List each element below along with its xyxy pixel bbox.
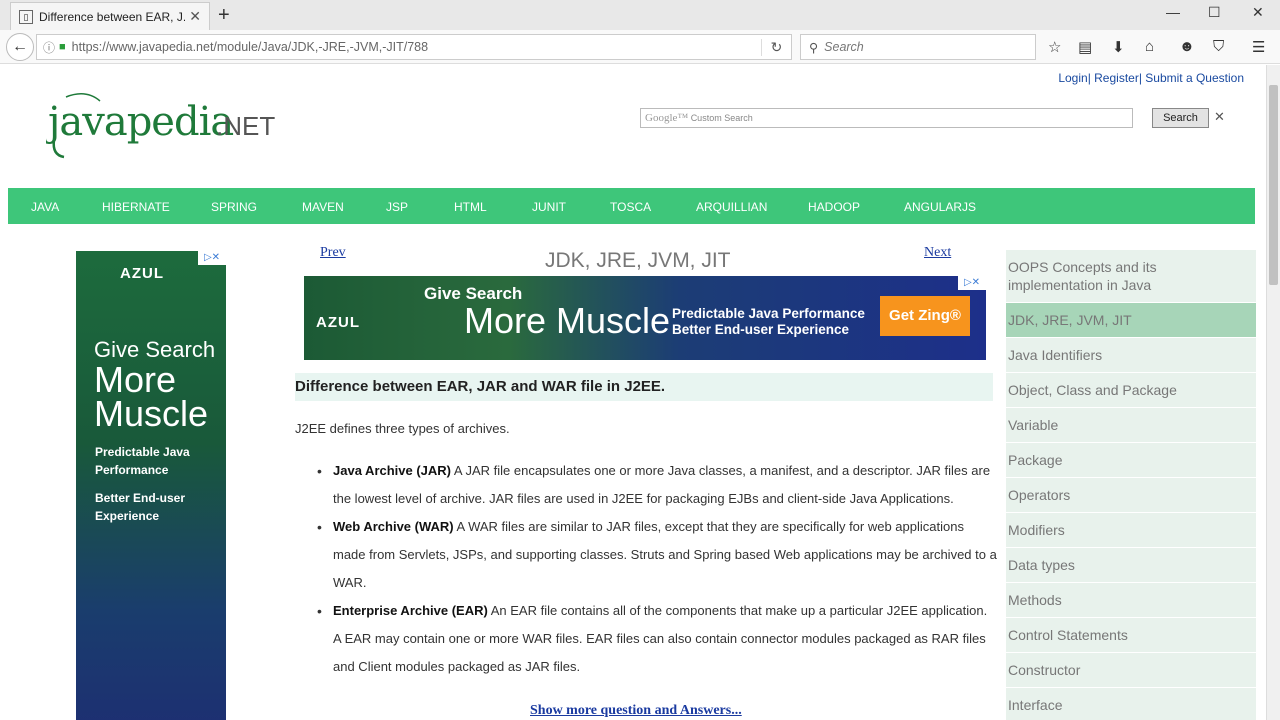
navigation-bar: ← ⓘ ■ https://www.javapedia.net/module/J… <box>0 30 1280 64</box>
item-term: Enterprise Archive (EAR) <box>333 603 488 618</box>
page-title: JDK, JRE, JVM, JIT <box>545 249 731 272</box>
tab-title: Difference between EAR, J... <box>39 9 186 24</box>
banner-text-1: Predictable Java Performance <box>672 306 865 321</box>
back-button[interactable]: ← <box>6 33 34 61</box>
menu-icon[interactable]: ☰ <box>1252 38 1265 56</box>
ad-choices-icon[interactable]: ▷✕ <box>198 251 226 265</box>
home-icon[interactable]: ⌂ <box>1145 38 1154 55</box>
pocket-icon[interactable]: ⛉ <box>1213 38 1224 55</box>
topic-sidebar: OOPS Concepts and its implementation in … <box>1006 250 1256 720</box>
menu-item-html[interactable]: HTML <box>454 200 487 214</box>
reload-icon[interactable]: ↻ <box>761 38 791 56</box>
menu-item-junit[interactable]: JUNIT <box>532 200 566 214</box>
next-link[interactable]: Next <box>924 245 951 261</box>
ad-choices-icon[interactable]: ▷✕ <box>958 276 986 290</box>
menu-item-arquillian[interactable]: ARQUILLIAN <box>696 200 767 214</box>
search-placeholder: Search <box>824 40 864 54</box>
info-icon[interactable]: ⓘ <box>43 39 55 56</box>
menu-item-maven[interactable]: MAVEN <box>302 200 344 214</box>
new-tab-button[interactable]: + <box>218 4 230 27</box>
clear-search-icon[interactable]: ✕ <box>1214 109 1225 125</box>
lock-icon: ■ <box>59 41 66 53</box>
banner-text-2: Better End-user Experience <box>672 322 850 337</box>
sidebar-item-package[interactable]: Package <box>1006 443 1256 478</box>
list-item: Enterprise Archive (EAR) An EAR file con… <box>317 597 997 681</box>
web-page: Login| Register| Submit a Question javap… <box>0 65 1266 720</box>
item-term: Java Archive (JAR) <box>333 463 452 478</box>
menu-item-java[interactable]: JAVA <box>31 200 59 214</box>
ad-text-2: Better End-user Experience <box>95 491 186 523</box>
sidebar-item-java-identifiers[interactable]: Java Identifiers <box>1006 338 1256 373</box>
register-link[interactable]: Register <box>1094 71 1139 85</box>
ad-text-1: Predictable Java Performance <box>95 445 190 477</box>
ad-background <box>76 251 226 720</box>
search-icon: ⚲ <box>809 40 819 55</box>
ad-brand: AZUL <box>120 265 164 282</box>
main-menu: JAVA HIBERNATE SPRING MAVEN JSP HTML JUN… <box>8 188 1255 224</box>
menu-item-hadoop[interactable]: HADOOP <box>808 200 860 214</box>
chat-icon[interactable]: ☻ <box>1179 38 1195 55</box>
tab-bar: ▯ Difference between EAR, J... ✕ + — ☐ ✕ <box>0 0 1280 30</box>
sidebar-item-variable[interactable]: Variable <box>1006 408 1256 443</box>
prev-link[interactable]: Prev <box>320 245 346 261</box>
close-window-icon[interactable]: ✕ <box>1252 4 1264 21</box>
logo-main-text: javapedia <box>46 99 233 145</box>
sidebar-item-methods[interactable]: Methods <box>1006 583 1256 618</box>
close-tab-icon[interactable]: ✕ <box>189 8 201 25</box>
sidebar-item-jdk-jre-jvm-jit[interactable]: JDK, JRE, JVM, JIT <box>1006 303 1256 338</box>
url-bar[interactable]: ⓘ ■ https://www.javapedia.net/module/Jav… <box>36 34 792 60</box>
banner-text: Predictable Java Performance Better End-… <box>672 306 865 338</box>
book-icon: ▯ <box>19 9 33 24</box>
minimize-icon[interactable]: — <box>1166 4 1180 20</box>
account-links: Login| Register| Submit a Question <box>1058 71 1244 85</box>
maximize-icon[interactable]: ☐ <box>1208 4 1221 21</box>
bookmark-star-icon[interactable]: ☆ <box>1048 38 1061 56</box>
sidebar-item-control-statements[interactable]: Control Statements <box>1006 618 1256 653</box>
item-term: Web Archive (WAR) <box>333 519 454 534</box>
get-zing-button[interactable]: Get Zing® <box>880 296 970 336</box>
ad-headline-2: More Muscle <box>94 359 209 434</box>
sidebar-item-modifiers[interactable]: Modifiers <box>1006 513 1256 548</box>
browser-tab[interactable]: ▯ Difference between EAR, J... ✕ <box>10 2 210 30</box>
sidebar-item-operators[interactable]: Operators <box>1006 478 1256 513</box>
submit-question-link[interactable]: Submit a Question <box>1145 71 1244 85</box>
sidebar-item-oops[interactable]: OOPS Concepts and its implementation in … <box>1006 250 1256 303</box>
menu-item-tosca[interactable]: TOSCA <box>610 200 651 214</box>
google-label: Google™ <box>645 112 689 124</box>
download-icon[interactable]: ⬇ <box>1112 38 1125 56</box>
url-text[interactable]: https://www.javapedia.net/module/Java/JD… <box>72 40 761 54</box>
login-link[interactable]: Login <box>1058 71 1087 85</box>
list-item: Java Archive (JAR) A JAR file encapsulat… <box>317 457 997 513</box>
menu-item-jsp[interactable]: JSP <box>386 200 408 214</box>
custom-search-label: Custom Search <box>690 113 753 123</box>
banner-headline-2: More Muscle <box>464 300 671 341</box>
intro-text: J2EE defines three types of archives. <box>295 421 510 436</box>
archive-list: Java Archive (JAR) A JAR file encapsulat… <box>317 457 997 681</box>
show-more-link[interactable]: Show more question and Answers... <box>530 703 742 719</box>
browser-search-input[interactable]: ⚲ Search <box>800 34 1036 60</box>
banner-advertisement[interactable]: ▷✕ AZUL Give Search More Muscle Predicta… <box>304 276 986 360</box>
reading-list-icon[interactable]: ▤ <box>1078 38 1092 56</box>
banner-brand: AZUL <box>316 314 360 331</box>
logo-suffix-text: .NET <box>216 111 275 141</box>
sidebar-item-object-class-package[interactable]: Object, Class and Package <box>1006 373 1256 408</box>
google-search-input[interactable]: Google™ Custom Search <box>640 108 1133 128</box>
sidebar-item-data-types[interactable]: Data types <box>1006 548 1256 583</box>
menu-item-hibernate[interactable]: HIBERNATE <box>102 200 170 214</box>
scrollbar-thumb[interactable] <box>1269 85 1278 285</box>
search-button[interactable]: Search <box>1152 108 1209 128</box>
side-advertisement[interactable]: ▷✕ AZUL Give Search More Muscle Predicta… <box>76 251 226 720</box>
sidebar-item-constructor[interactable]: Constructor <box>1006 653 1256 688</box>
page-scrollbar[interactable] <box>1266 65 1280 720</box>
menu-item-angularjs[interactable]: ANGULARJS <box>904 200 976 214</box>
question-heading: Difference between EAR, JAR and WAR file… <box>295 373 993 401</box>
menu-item-spring[interactable]: SPRING <box>211 200 257 214</box>
sidebar-item-interface[interactable]: Interface <box>1006 688 1256 720</box>
list-item: Web Archive (WAR) A WAR files are simila… <box>317 513 997 597</box>
site-logo[interactable]: javapedia .NET <box>46 85 276 165</box>
